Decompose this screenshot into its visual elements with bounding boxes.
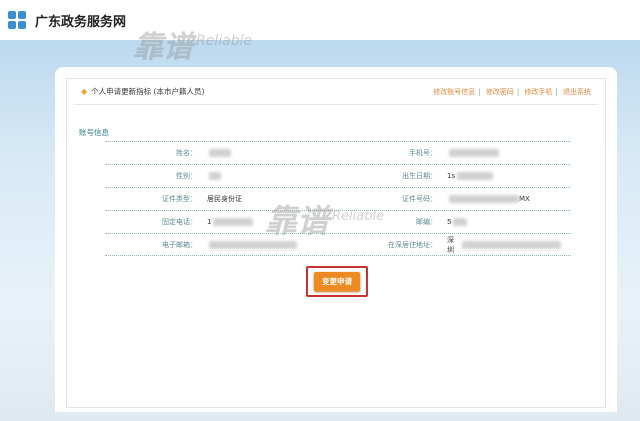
field-value: 1s bbox=[437, 172, 561, 180]
field-label: 姓名： bbox=[176, 149, 197, 157]
logout-link[interactable]: 退出系统 bbox=[563, 88, 591, 96]
section-title: 账号信息 bbox=[79, 128, 109, 137]
field-label: 固定电话： bbox=[162, 218, 197, 226]
field-label: 证件号码： bbox=[402, 195, 437, 203]
arrow-icon: ◆ bbox=[81, 87, 88, 96]
field-value bbox=[197, 240, 297, 249]
edit-account-link[interactable]: 修改账号信息 bbox=[433, 88, 475, 96]
field-value: 5 bbox=[437, 218, 561, 226]
field-label: 在深居住地址： bbox=[388, 240, 437, 249]
field-value: MX bbox=[437, 195, 561, 203]
change-password-link[interactable]: 修改密码 bbox=[486, 88, 514, 96]
panel-title: 个人申请更新指标 (本市户籍人员) bbox=[91, 87, 205, 96]
field-label: 证件类型： bbox=[162, 195, 197, 203]
separator: | bbox=[555, 87, 558, 96]
table-row: 电子邮箱： 在深居住地址： 深圳 bbox=[105, 233, 571, 256]
site-title: 广东政务服务网 bbox=[35, 14, 127, 30]
separator: | bbox=[478, 87, 481, 96]
account-info-table: 姓名： 手机号： 性别： 出生日期： 1s 证件类型： 居民身份证 证件号码： … bbox=[105, 141, 571, 256]
field-label: 电子邮箱： bbox=[162, 240, 197, 249]
field-label: 出生日期： bbox=[402, 172, 437, 180]
field-value bbox=[437, 149, 561, 157]
change-phone-link[interactable]: 修改手机 bbox=[524, 88, 552, 96]
field-value: 居民身份证 bbox=[207, 195, 242, 203]
table-row: 证件类型： 居民身份证 证件号码： MX bbox=[105, 187, 571, 210]
field-value bbox=[197, 172, 297, 180]
table-row: 姓名： 手机号： bbox=[105, 141, 571, 164]
account-links: 修改账号信息 | 修改密码 | 修改手机 | 退出系统 bbox=[433, 87, 591, 97]
field-value: 1 bbox=[197, 218, 297, 226]
field-label: 邮编： bbox=[416, 218, 437, 226]
table-row: 固定电话： 1 邮编： 5 bbox=[105, 210, 571, 233]
field-value bbox=[197, 149, 297, 157]
change-application-button[interactable]: 变更申请 bbox=[314, 272, 360, 291]
field-value: 深圳 bbox=[437, 235, 561, 255]
header: 广东政务服务网 bbox=[0, 0, 640, 40]
site-logo-icon bbox=[8, 11, 26, 29]
separator: | bbox=[516, 87, 520, 96]
field-label: 性别： bbox=[176, 172, 197, 180]
highlight-box: 变更申请 bbox=[306, 266, 368, 297]
table-row: 性别： 出生日期： 1s bbox=[105, 164, 571, 187]
field-label: 手机号： bbox=[409, 149, 437, 157]
account-panel: ◆ 个人申请更新指标 (本市户籍人员) 修改账号信息 | 修改密码 | 修改手机 | 退… bbox=[66, 78, 606, 408]
panel-header: ◆ 个人申请更新指标 (本市户籍人员) 修改账号信息 | 修改密码 | 修改手机 | 退… bbox=[73, 79, 599, 105]
